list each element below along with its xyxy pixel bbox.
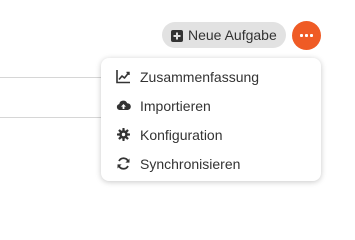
gear-icon: [116, 127, 131, 142]
menu-item-importieren[interactable]: Importieren: [101, 91, 321, 120]
menu-item-konfiguration[interactable]: Konfiguration: [101, 120, 321, 149]
options-dropdown-menu: Zusammenfassung Importieren Konfiguratio…: [101, 58, 321, 181]
menu-item-label: Konfiguration: [140, 126, 223, 143]
new-task-label: Neue Aufgabe: [188, 27, 277, 43]
cloud-upload-icon: [116, 98, 131, 113]
menu-item-label: Importieren: [140, 97, 211, 114]
divider-line: [0, 77, 103, 78]
menu-item-synchronisieren[interactable]: Synchronisieren: [101, 149, 321, 178]
ellipsis-icon: [300, 34, 313, 37]
divider-line: [0, 117, 103, 118]
sync-icon: [116, 156, 131, 171]
line-chart-icon: [116, 69, 131, 84]
plus-square-icon: [171, 29, 183, 42]
menu-item-label: Synchronisieren: [140, 155, 241, 172]
menu-item-label: Zusammenfassung: [140, 68, 260, 85]
new-task-button[interactable]: Neue Aufgabe: [162, 22, 286, 48]
more-options-button[interactable]: [292, 21, 321, 50]
menu-item-zusammenfassung[interactable]: Zusammenfassung: [101, 62, 321, 91]
